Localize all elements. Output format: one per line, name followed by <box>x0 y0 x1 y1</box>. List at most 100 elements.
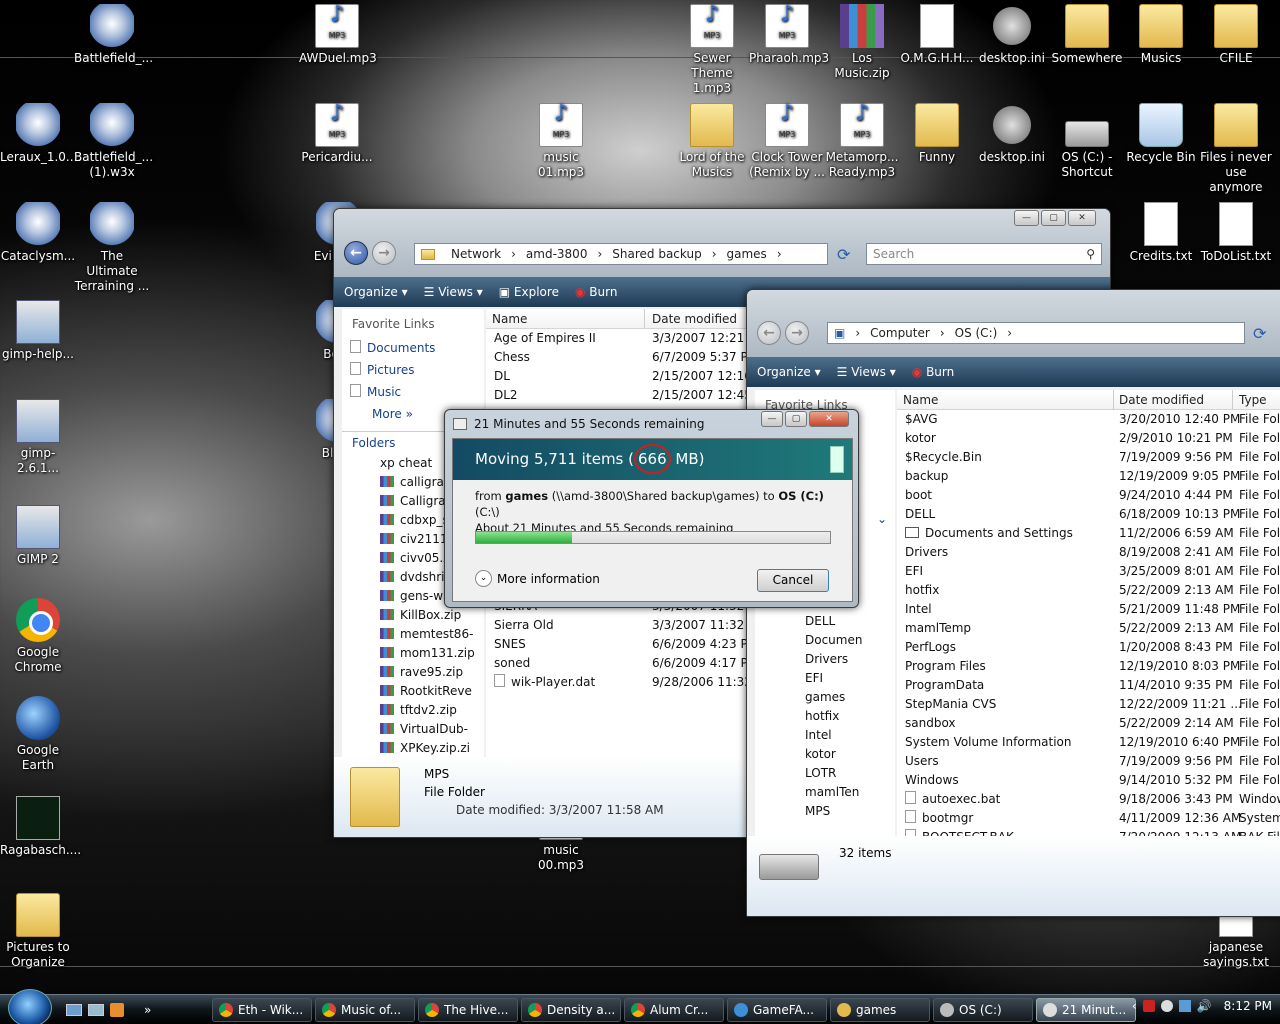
desktop-icon[interactable]: Pharaoh.mp3 <box>749 4 829 66</box>
breadcrumb-share[interactable]: Shared backup <box>612 247 701 261</box>
file-row[interactable]: backup12/19/2009 9:05 PMFile Fold <box>905 467 1280 486</box>
file-row[interactable]: StepMania CVS 12/22/2009 11:21 ... File Fo… <box>905 695 1280 714</box>
desktop-icon[interactable]: desktop.ini <box>974 103 1050 165</box>
address-bar[interactable]: Network › amd-3800 › Shared backup › games › <box>414 243 828 265</box>
folders-collapse-icon[interactable]: ⌄ <box>877 512 887 526</box>
file-row[interactable]: $Recycle.Bin7/19/2009 9:56 PMFile Fold <box>905 448 1280 467</box>
tree-item[interactable]: MPS <box>805 802 862 821</box>
col-date[interactable]: Date modified <box>652 309 737 329</box>
tree-item[interactable]: Drivers <box>805 650 862 669</box>
taskbar-button[interactable]: The Hive... <box>418 997 518 1022</box>
file-row[interactable]: Users7/19/2009 9:56 PMFile Fold <box>905 752 1280 771</box>
file-row[interactable]: hotfix5/22/2009 2:13 AMFile Fold <box>905 581 1280 600</box>
network-icon[interactable] <box>1178 1000 1191 1012</box>
desktop-icon[interactable]: Pictures to Organize <box>0 893 76 970</box>
taskbar-button[interactable]: Density a... <box>521 997 621 1022</box>
taskbar-button[interactable]: games <box>830 997 930 1022</box>
tree-item[interactable]: rave95.zip <box>380 663 484 682</box>
desktop-icon[interactable]: GIMP 2 <box>0 505 76 567</box>
file-row[interactable]: Sierra Old 3/3/2007 11:32 AM <box>494 616 767 635</box>
file-row[interactable]: wik-Player.dat 9/28/2006 11:32 P <box>494 673 763 692</box>
breadcrumb-drive[interactable]: OS (C:) <box>955 326 998 340</box>
file-row[interactable]: EFI3/25/2009 8:01 AMFile Fold <box>905 562 1280 581</box>
desktop-icon[interactable]: Musics <box>1123 4 1199 66</box>
file-row[interactable]: kotor2/9/2010 10:21 PMFile Fold <box>905 429 1280 448</box>
file-row[interactable]: mamlTemp5/22/2009 2:13 AMFile Fold <box>905 619 1280 638</box>
file-row[interactable]: SNES 6/6/2009 4:23 PM <box>494 635 758 654</box>
file-row[interactable]: autoexec.bat9/18/2006 3:43 PMWindow <box>905 790 1280 809</box>
burn-button[interactable]: ◉ Burn <box>912 365 954 379</box>
refresh-icon[interactable]: ⟳ <box>837 245 850 264</box>
desktop-icon[interactable]: CFILE <box>1198 4 1274 66</box>
tree-item[interactable]: kotor <box>805 745 862 764</box>
explore-button[interactable]: ▣ Explore <box>499 285 559 299</box>
tree-item[interactable]: memtest86- <box>380 625 484 644</box>
favorite-link[interactable]: Music <box>342 383 484 405</box>
file-row[interactable]: Drivers8/19/2008 2:41 AMFile Fold <box>905 543 1280 562</box>
taskbar-button[interactable]: 21 Minut... <box>1036 997 1136 1022</box>
desktop-icon[interactable]: Funny <box>899 103 975 165</box>
forward-button[interactable]: → <box>785 321 809 345</box>
breadcrumb-network[interactable]: Network <box>451 247 501 261</box>
copy-progress-dialog[interactable]: 21 Minutes and 55 Seconds remaining — ▢ … <box>444 409 859 608</box>
tree-item[interactable]: hotfix <box>805 707 862 726</box>
tree-item[interactable]: XPKey.zip.zi <box>380 739 484 757</box>
file-row[interactable]: bootmgr 4/11/2009 12:36 AM System <box>905 809 1280 828</box>
file-row[interactable]: ProgramData11/4/2010 9:35 PMFile Fold <box>905 676 1280 695</box>
views-button[interactable]: ☰ Views ▾ <box>837 365 896 379</box>
clock[interactable]: 8:12 PM <box>1224 999 1272 1013</box>
close-button[interactable]: ✕ <box>1068 210 1096 226</box>
desktop-icon[interactable]: The Ultimate Terraining ... <box>74 202 150 294</box>
desktop-icon[interactable]: Files i never use anymore <box>1198 103 1274 195</box>
minimize-button[interactable]: — <box>1014 210 1039 226</box>
tree-item[interactable]: KillBox.zip <box>380 606 484 625</box>
tree-item[interactable]: mamlTen <box>805 783 862 802</box>
overflow-chevron-icon[interactable]: » <box>144 1003 151 1017</box>
desktop-icon[interactable]: Ragabasch.... <box>0 796 81 858</box>
favorite-link[interactable]: Documents <box>342 339 484 361</box>
tree-item[interactable]: EFI <box>805 669 862 688</box>
tree-item[interactable]: tftdv2.zip <box>380 701 484 720</box>
refresh-icon[interactable]: ⟳ <box>1253 324 1266 343</box>
desktop-icon[interactable]: ToDoList.txt <box>1198 202 1274 264</box>
favorite-link[interactable]: Pictures <box>342 361 484 383</box>
col-name[interactable]: Name <box>492 309 527 329</box>
col-name[interactable]: Name <box>903 390 938 410</box>
desktop-icon[interactable]: Los Music.zip <box>824 4 900 81</box>
desktop-icon[interactable]: Lord of the Musics <box>674 103 750 180</box>
switch-windows-icon[interactable] <box>88 1003 104 1016</box>
file-row[interactable]: soned 6/6/2009 4:17 PM <box>494 654 758 673</box>
breadcrumb-host[interactable]: amd-3800 <box>526 247 588 261</box>
col-type[interactable]: Type <box>1239 390 1267 410</box>
maximize-button[interactable]: ▢ <box>785 411 807 427</box>
tree-item[interactable]: LOTR <box>805 764 862 783</box>
volume-icon[interactable]: 🔊 <box>1197 999 1212 1013</box>
chevron-left-icon[interactable]: ‹ <box>1132 999 1137 1013</box>
tree-item[interactable]: mom131.zip <box>380 644 484 663</box>
taskbar-button[interactable]: Music of... <box>315 997 415 1022</box>
minimize-button[interactable]: — <box>761 411 783 427</box>
desktop-icon[interactable]: gimp-help... <box>0 300 76 362</box>
burn-button[interactable]: ◉ Burn <box>575 285 617 299</box>
file-row[interactable]: Intel5/21/2009 11:48 PMFile Fold <box>905 600 1280 619</box>
file-row[interactable]: System Volume Information 12/19/2010 6:40… <box>905 733 1280 752</box>
more-information-toggle[interactable]: ⌄ More information <box>475 570 600 587</box>
desktop-icon[interactable]: Battlefield_... <box>74 4 153 66</box>
desktop-icon[interactable]: desktop.ini <box>974 4 1050 66</box>
file-row[interactable]: Program Files12/19/2010 8:03 PMFile Fold <box>905 657 1280 676</box>
file-row[interactable]: BOOTSECT.BAK7/20/2009 12:13 AMBAK Fil <box>905 828 1280 836</box>
file-row[interactable]: Windows9/14/2010 5:32 PMFile Fold <box>905 771 1280 790</box>
file-row[interactable]: PerfLogs1/20/2008 8:43 PMFile Fold <box>905 638 1280 657</box>
breadcrumb-games[interactable]: games <box>727 247 767 261</box>
tree-item[interactable]: Intel <box>805 726 862 745</box>
col-date[interactable]: Date modified <box>1119 390 1204 410</box>
desktop-icon[interactable]: Metamorp... Ready.mp3 <box>824 103 900 180</box>
tree-item[interactable]: games <box>805 688 862 707</box>
back-button[interactable]: ← <box>757 321 781 345</box>
desktop-icon[interactable]: Sewer Theme 1.mp3 <box>674 4 750 96</box>
media-icon[interactable] <box>110 1002 124 1017</box>
file-row[interactable]: $AVG3/20/2010 12:40 PMFile Fold <box>905 410 1280 429</box>
desktop-icon[interactable]: Battlefield_... (1).w3x <box>74 103 153 180</box>
file-row[interactable]: Documents and Settings 11/2/2006 6:59 AM F… <box>905 524 1280 543</box>
antivirus-icon[interactable] <box>1142 1000 1155 1012</box>
